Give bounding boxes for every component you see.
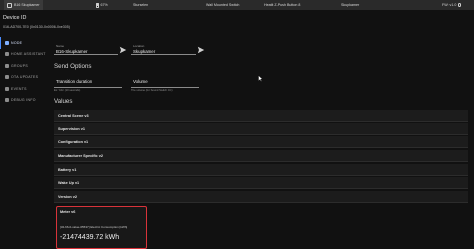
volume-label: Volume: [133, 79, 148, 84]
command-class-row[interactable]: Battery v1: [54, 164, 468, 176]
main-content: Name B16-Skupkamer Location Skupkamer Se…: [52, 37, 474, 249]
sidebar: NODE HOME ASSISTANT GROUPS OTA UPDATES E…: [0, 37, 52, 249]
name-field-value: B16-Skupkamer: [56, 49, 88, 54]
topbar-device-label: B16 Skupkamer: [14, 3, 40, 7]
meter-value-description: [32-66-0-value-65537] Electric Consumpti…: [60, 225, 128, 229]
topbar-battery: 67%: [96, 0, 108, 10]
topbar-firmware-label: FW: v1.0: [442, 3, 457, 7]
name-field-label: Name: [56, 44, 65, 48]
groups-icon: [5, 63, 9, 68]
command-class-row[interactable]: Central Scene v3: [54, 110, 468, 122]
sidebar-item-node[interactable]: NODE: [0, 37, 52, 49]
sidebar-item-groups[interactable]: GROUPS: [0, 60, 52, 72]
values-title: Values: [54, 98, 73, 105]
sidebar-item-label: EVENTS: [11, 86, 27, 91]
topbar-tab[interactable]: Heatit Z-Push Button 8: [264, 0, 300, 10]
sidebar-item-home-assistant[interactable]: HOME ASSISTANT: [0, 49, 52, 61]
command-class-label: Supervision v1: [58, 126, 86, 131]
send-options-title: Send Options: [54, 63, 92, 70]
command-class-row[interactable]: Version v2: [54, 191, 468, 203]
transition-duration-label: Transition duration: [56, 79, 93, 84]
sidebar-item-label: NODE: [11, 40, 23, 45]
location-field-label: Location: [133, 44, 145, 48]
home-icon: [5, 52, 9, 57]
device-topbar: B16 Skupkamer 67% Sturselen Wall Mounted…: [0, 0, 474, 10]
command-class-label: Wake Up v1: [58, 180, 80, 185]
command-class-label: Central Scene v3: [58, 113, 89, 118]
sidebar-item-label: DEBUG INFO: [11, 98, 36, 103]
sidebar-item-events[interactable]: EVENTS: [0, 83, 52, 95]
debug-icon: [5, 98, 9, 103]
send-icon[interactable]: [119, 46, 127, 54]
device-id-heading: Device ID: [3, 15, 27, 21]
meter-title: Meter v6: [60, 210, 76, 214]
topbar-battery-label: 67%: [100, 3, 108, 7]
command-class-row[interactable]: Configuration v1: [54, 136, 468, 148]
topbar-tab-label: Heatit Z-Push Button 8: [264, 3, 301, 7]
command-class-label: Manufacturer Specific v2: [58, 153, 103, 158]
command-class-row[interactable]: Wake Up v1: [54, 177, 468, 189]
topbar-device-name[interactable]: B16 Skupkamer: [4, 0, 43, 10]
topbar-tab[interactable]: Skupkamer: [341, 0, 359, 10]
location-field[interactable]: Location Skupkamer: [131, 42, 196, 55]
topbar-tab[interactable]: Wall Mounted Switch: [206, 0, 239, 10]
battery-icon: [96, 2, 99, 8]
topbar-firmware: FW: v1.0: [442, 0, 462, 10]
mouse-cursor-icon: [258, 75, 263, 82]
send-icon[interactable]: [197, 46, 205, 54]
topbar-tab-label: Sturselen: [133, 3, 149, 7]
command-class-label: Version v2: [58, 194, 77, 199]
sidebar-item-ota-updates[interactable]: OTA UPDATES: [0, 72, 52, 84]
command-class-label: Configuration v1: [58, 139, 89, 144]
name-field[interactable]: Name B16-Skupkamer: [54, 42, 118, 55]
volume-field[interactable]: Volume: [131, 75, 199, 88]
node-icon: [5, 40, 9, 45]
topbar-tab-label: Skupkamer: [341, 3, 360, 7]
firmware-icon: [457, 3, 462, 7]
meter-reading: -21474439.72 kWh: [60, 234, 120, 241]
update-icon: [5, 75, 9, 80]
sidebar-item-label: HOME ASSISTANT: [11, 52, 46, 57]
command-class-label: Battery v1: [58, 167, 77, 172]
topbar-tab[interactable]: Sturselen: [133, 0, 148, 10]
transition-helper-text: Ex: '10s' (10 seconds): [54, 89, 81, 92]
topbar-tab-label: Wall Mounted Switch: [206, 3, 240, 7]
events-icon: [5, 86, 9, 91]
volume-helper-text: The volume (for Sound Switch CC): [131, 89, 173, 92]
device-square-icon: [7, 2, 12, 8]
sidebar-item-label: OTA UPDATES: [11, 75, 39, 80]
sidebar-item-debug-info[interactable]: DEBUG INFO: [0, 95, 52, 107]
sidebar-item-label: GROUPS: [11, 63, 28, 68]
meter-panel[interactable]: Meter v6 [32-66-0-value-65537] Electric …: [56, 206, 147, 249]
device-id-value: 016-AD700-7E0 (0x0130-0x0006-0xe305): [3, 25, 70, 29]
command-class-row[interactable]: Manufacturer Specific v2: [54, 150, 468, 162]
command-class-row[interactable]: Supervision v1: [54, 123, 468, 135]
transition-duration-field[interactable]: Transition duration: [54, 75, 122, 88]
location-field-value: Skupkamer: [133, 49, 156, 54]
